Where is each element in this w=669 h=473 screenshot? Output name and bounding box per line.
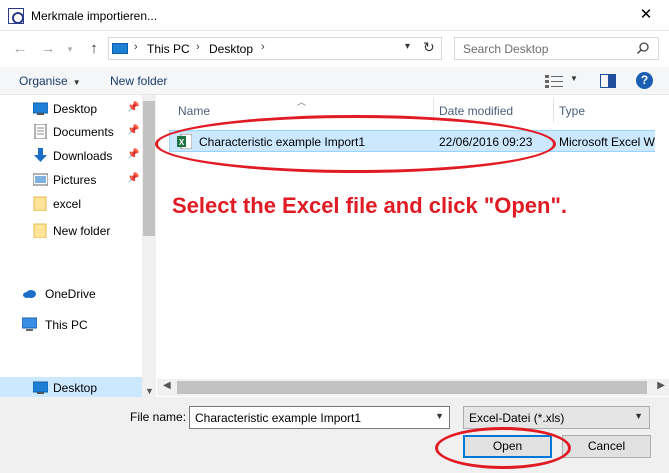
horizontal-scroll-thumb[interactable] bbox=[177, 381, 647, 394]
folder-icon bbox=[33, 223, 47, 238]
nav-item-desktop-selected[interactable]: Desktop bbox=[0, 377, 142, 397]
pin-icon[interactable]: 📌 bbox=[127, 125, 139, 136]
nav-scroll-thumb[interactable] bbox=[143, 101, 155, 236]
breadcrumb-desktop[interactable]: Desktop bbox=[209, 42, 253, 56]
nav-item-label: Desktop bbox=[53, 102, 98, 116]
close-button[interactable]: ✕ bbox=[623, 0, 669, 31]
address-bar[interactable]: › This PC › Desktop › ▾ ↻ bbox=[108, 37, 442, 60]
nav-item-onedrive[interactable]: OneDrive bbox=[0, 283, 142, 305]
nav-item-label: Pictures bbox=[53, 173, 97, 187]
navigation-pane: Desktop 📌 Documents 📌 Downloads 📌 Pictur… bbox=[0, 95, 156, 397]
search-input[interactable]: Search Desktop bbox=[454, 37, 659, 60]
view-dropdown-icon[interactable]: ▼ bbox=[570, 74, 578, 83]
breadcrumb-chevron-icon[interactable]: › bbox=[261, 41, 265, 53]
navigation-bar: ← → ▾ ↑ › This PC › Desktop › ▾ ↻ Search… bbox=[0, 31, 669, 67]
chevron-down-icon[interactable]: ▼ bbox=[435, 411, 444, 421]
annotation-oval-open bbox=[435, 427, 571, 469]
breadcrumb-this-pc[interactable]: This PC bbox=[147, 42, 190, 56]
file-name-label: File name: bbox=[130, 410, 187, 424]
downloads-icon bbox=[34, 148, 47, 162]
back-arrow-icon: ← bbox=[12, 40, 28, 57]
cancel-button[interactable]: Cancel bbox=[562, 435, 651, 458]
breadcrumb-chevron-icon[interactable]: › bbox=[196, 41, 200, 53]
file-name-input[interactable]: Characteristic example Import1 ▼ bbox=[189, 406, 450, 429]
pin-icon[interactable]: 📌 bbox=[127, 102, 139, 113]
file-list-vertical-scrollbar[interactable] bbox=[655, 95, 669, 379]
nav-pane-scrollbar[interactable]: ▼ bbox=[142, 95, 156, 397]
file-type-value: Excel-Datei (*.xls) bbox=[469, 411, 565, 425]
forward-button[interactable]: → bbox=[38, 39, 58, 59]
column-name[interactable]: Name bbox=[178, 104, 210, 118]
file-name-value: Characteristic example Import1 bbox=[195, 411, 362, 425]
scroll-left-icon[interactable]: ◀ bbox=[163, 380, 171, 391]
this-pc-icon bbox=[22, 317, 37, 331]
search-placeholder: Search Desktop bbox=[463, 42, 549, 56]
chevron-down-icon: ▼ bbox=[72, 78, 81, 87]
chevron-down-icon: ▾ bbox=[67, 44, 73, 54]
scroll-right-icon[interactable]: ▶ bbox=[657, 380, 665, 391]
pin-icon[interactable]: 📌 bbox=[127, 149, 139, 160]
desktop-icon bbox=[33, 381, 48, 394]
nav-item-pictures[interactable]: Pictures 📌 bbox=[0, 169, 142, 191]
file-type-select[interactable]: Excel-Datei (*.xls) ▼ bbox=[463, 406, 650, 429]
folder-icon bbox=[33, 196, 47, 211]
file-type-cell: Microsoft Excel W... bbox=[559, 135, 665, 149]
column-date-modified[interactable]: Date modified bbox=[439, 104, 513, 118]
view-options-icon[interactable] bbox=[545, 74, 563, 88]
file-list-horizontal-scrollbar[interactable]: ◀ ▶ bbox=[157, 379, 669, 396]
command-toolbar: Organise ▼ New folder ▼ ? bbox=[0, 67, 669, 95]
title-bar: Merkmale importieren... ✕ bbox=[0, 0, 669, 31]
onedrive-icon bbox=[23, 290, 36, 298]
desktop-icon bbox=[33, 102, 48, 115]
organise-button[interactable]: Organise ▼ bbox=[19, 74, 81, 88]
nav-item-this-pc[interactable]: This PC bbox=[0, 314, 142, 336]
pictures-icon bbox=[33, 173, 48, 186]
nav-item-excel[interactable]: excel bbox=[0, 193, 142, 215]
new-folder-button[interactable]: New folder bbox=[110, 74, 167, 88]
preview-pane-icon[interactable] bbox=[600, 74, 616, 88]
sort-ascending-icon: ︿ bbox=[297, 97, 307, 107]
nav-item-label: OneDrive bbox=[45, 287, 96, 301]
column-type[interactable]: Type bbox=[559, 104, 585, 118]
dialog-footer: File name: Characteristic example Import… bbox=[0, 397, 669, 473]
forward-arrow-icon: → bbox=[40, 40, 56, 57]
this-pc-icon bbox=[112, 43, 128, 54]
annotation-oval-file bbox=[155, 115, 556, 173]
search-icon bbox=[636, 42, 649, 55]
nav-item-label: Downloads bbox=[53, 149, 113, 163]
organise-label: Organise bbox=[19, 74, 68, 88]
nav-item-label: Documents bbox=[53, 125, 114, 139]
close-icon: ✕ bbox=[639, 6, 653, 23]
documents-icon bbox=[34, 124, 47, 139]
window-title: Merkmale importieren... bbox=[31, 9, 158, 23]
nav-item-downloads[interactable]: Downloads 📌 bbox=[0, 145, 142, 167]
nav-item-label: New folder bbox=[53, 224, 111, 238]
pin-icon[interactable]: 📌 bbox=[127, 173, 139, 184]
nav-item-label: This PC bbox=[45, 318, 88, 332]
help-icon[interactable]: ? bbox=[636, 72, 653, 89]
recent-locations-button[interactable]: ▾ bbox=[60, 39, 80, 59]
app-icon bbox=[8, 8, 24, 24]
nav-item-new-folder[interactable]: New folder bbox=[0, 220, 142, 242]
scroll-down-icon[interactable]: ▼ bbox=[145, 386, 154, 396]
up-button[interactable]: ↑ bbox=[84, 39, 104, 59]
annotation-instruction: Select the Excel file and click "Open". bbox=[172, 193, 568, 218]
nav-item-label: Desktop bbox=[53, 381, 98, 395]
up-arrow-icon: ↑ bbox=[90, 40, 98, 57]
nav-item-label: excel bbox=[53, 197, 82, 211]
nav-item-documents[interactable]: Documents 📌 bbox=[0, 121, 142, 143]
chevron-down-icon: ▼ bbox=[634, 411, 643, 421]
breadcrumb-chevron-icon[interactable]: › bbox=[134, 41, 138, 53]
back-button[interactable]: ← bbox=[10, 39, 30, 59]
refresh-icon[interactable]: ↻ bbox=[423, 39, 435, 56]
column-divider[interactable] bbox=[553, 97, 554, 123]
address-dropdown-icon[interactable]: ▾ bbox=[405, 41, 410, 52]
nav-item-desktop[interactable]: Desktop 📌 bbox=[0, 98, 142, 120]
